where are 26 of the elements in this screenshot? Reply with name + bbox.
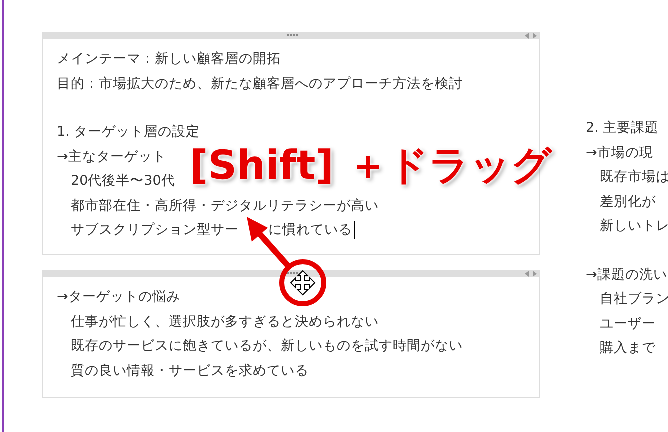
drag-handle-icon[interactable]: [287, 272, 299, 274]
drag-handle-icon[interactable]: [287, 34, 299, 36]
note-text: →ターゲットの悩み: [57, 289, 180, 305]
note-text: →課題の洗い: [586, 266, 668, 282]
note-text: 新しいトレ: [600, 218, 668, 234]
note-text: メインテーマ：新しい顧客層の開拓: [57, 51, 281, 67]
note-text: →主なターゲット: [57, 148, 166, 164]
note-text: 質の良い情報・サービスを求めている: [71, 362, 309, 378]
note-text: 都市部在住・高所得・デジタルリテラシーが高い: [71, 198, 379, 214]
note-text: サブスクリプション型サー: [71, 222, 239, 238]
resize-icon[interactable]: [525, 271, 537, 277]
resize-icon[interactable]: [525, 33, 537, 39]
note-text: 1. ターゲット層の設定: [57, 124, 200, 140]
note-text: ユーザー: [600, 316, 656, 332]
move-cursor-icon: [290, 270, 316, 296]
note-text: 差別化が: [600, 194, 656, 210]
note-text: 2. 主要課題: [586, 120, 660, 136]
highlight-circle: [280, 260, 326, 306]
note-text: 目的：市場拡大のため、新たな顧客層へのアプローチ方法を検討: [57, 76, 463, 92]
note-text: 既存のサービスに飽きているが、新しいものを試す時間がない: [71, 338, 463, 354]
note-text: 仕事が忙しく、選択肢が多すぎると決められない: [71, 314, 379, 330]
note-text: →市場の現: [586, 144, 654, 160]
note-text: に慣れている: [268, 222, 353, 238]
note-text: 購入まで: [600, 340, 656, 356]
note-text: 20代後半〜30代: [71, 173, 176, 189]
annotation-label: [Shift] ＋ドラッグ: [190, 142, 552, 191]
